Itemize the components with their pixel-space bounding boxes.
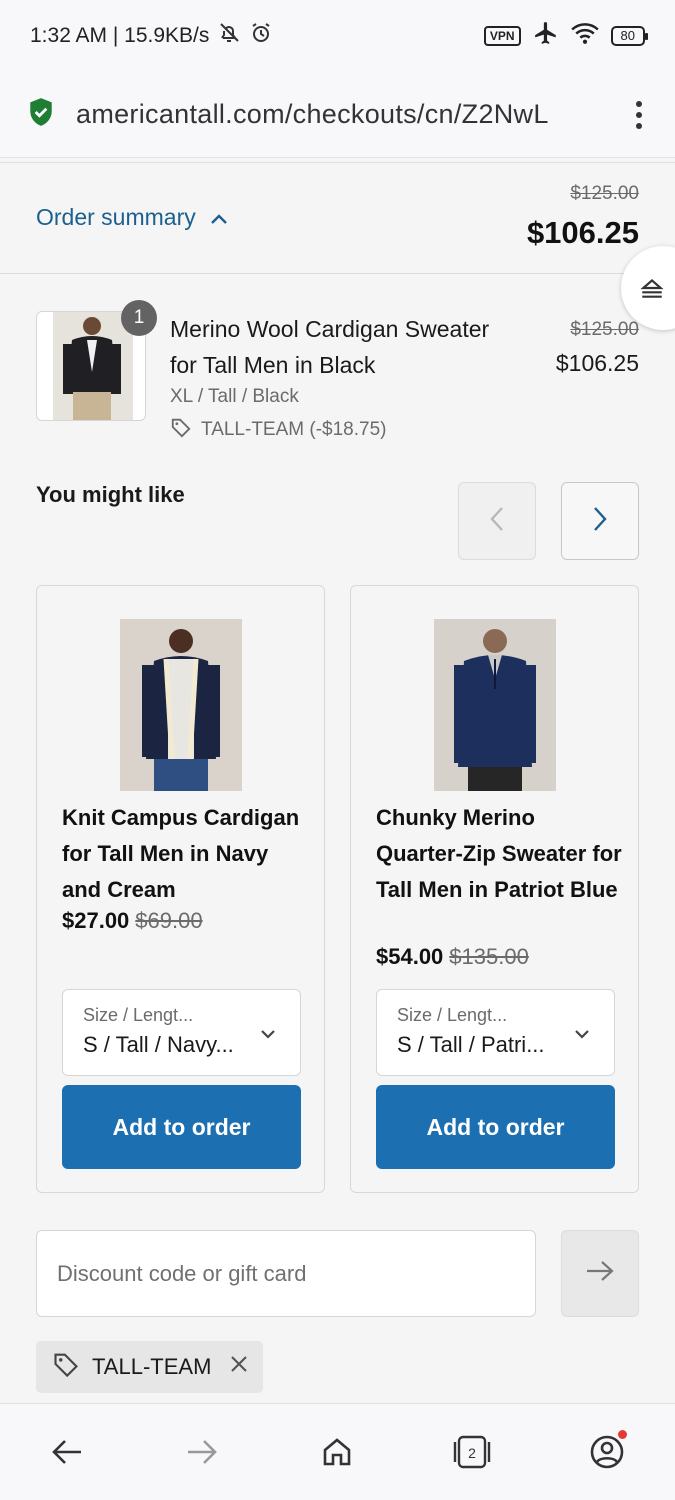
quantity-badge: 1 <box>121 300 157 336</box>
chevron-left-icon <box>489 505 505 538</box>
order-summary-label: Order summary <box>36 204 196 230</box>
back-icon[interactable] <box>47 1432 87 1472</box>
discount-code-input[interactable] <box>36 1230 536 1317</box>
product-card: Chunky Merino Quarter-Zip Sweater for Ta… <box>350 585 639 1193</box>
product-card: Knit Campus Cardigan for Tall Men in Nav… <box>36 585 325 1193</box>
close-icon[interactable] <box>229 1354 249 1380</box>
add-to-order-button[interactable]: Add to order <box>62 1085 301 1169</box>
product-original-price: $135.00 <box>449 944 529 969</box>
tag-icon <box>52 1350 80 1384</box>
line-item-discount-text: TALL-TEAM (-$18.75) <box>201 419 387 440</box>
product-image <box>434 619 556 791</box>
line-item-variant: XL / Tall / Black <box>170 386 299 407</box>
svg-text:2: 2 <box>468 1445 476 1461</box>
product-sale-price: $27.00 <box>62 908 130 933</box>
arrow-right-icon <box>585 1259 615 1288</box>
forward-icon[interactable] <box>182 1432 222 1472</box>
status-bar: 1:32 AM | 15.9KB/s VPN 80 <box>0 0 675 72</box>
account-icon[interactable] <box>587 1430 627 1472</box>
add-to-order-button[interactable]: Add to order <box>376 1085 615 1169</box>
tabs-icon[interactable]: 2 <box>452 1432 492 1472</box>
apply-discount-button[interactable] <box>561 1230 639 1317</box>
applied-discount-chip: TALL-TEAM <box>36 1341 264 1393</box>
carousel-next-button[interactable] <box>561 482 639 560</box>
product-price: $54.00 $135.00 <box>376 944 529 970</box>
summary-original-total: $125.00 <box>570 183 639 204</box>
applied-discount-code: TALL-TEAM <box>92 1354 212 1379</box>
line-item-discount: TALL-TEAM (-$18.75) <box>170 416 386 444</box>
shield-check-icon <box>28 97 54 132</box>
variant-select[interactable]: Size / Lengt... S / Tall / Patri... <box>376 989 615 1076</box>
alarm-icon <box>249 21 273 51</box>
wifi-icon <box>570 21 599 51</box>
carousel-prev-button[interactable] <box>458 482 536 560</box>
product-title[interactable]: Chunky Merino Quarter-Zip Sweater for Ta… <box>376 800 626 908</box>
notification-dot <box>618 1430 627 1439</box>
product-price: $27.00 $69.00 <box>62 908 203 934</box>
recommendations-title: You might like <box>36 482 185 507</box>
variant-select-value: S / Tall / Navy... <box>83 1032 234 1057</box>
chevron-down-icon <box>260 1026 276 1044</box>
airplane-icon <box>533 20 559 52</box>
product-original-price: $69.00 <box>135 908 203 933</box>
variant-select[interactable]: Size / Lengt... S / Tall / Navy... <box>62 989 301 1076</box>
line-item-price: $106.25 <box>555 350 639 376</box>
summary-total: $106.25 <box>526 215 639 250</box>
url-text[interactable]: americantall.com/checkouts/cn/Z2NwL <box>76 99 601 130</box>
chevron-down-icon <box>574 1026 590 1044</box>
home-icon[interactable] <box>317 1432 357 1472</box>
tag-icon <box>170 416 192 444</box>
battery-indicator: 80 <box>610 26 649 46</box>
browser-address-bar[interactable]: americantall.com/checkouts/cn/Z2NwL <box>0 72 675 158</box>
status-time-speed: 1:32 AM | 15.9KB/s <box>30 24 210 47</box>
bell-off-icon <box>217 21 241 51</box>
variant-select-label: Size / Lengt... <box>83 1005 194 1025</box>
line-item-title: Merino Wool Cardigan Sweater for Tall Me… <box>170 316 490 378</box>
chevron-up-icon <box>210 204 228 231</box>
order-summary-bar: Order summary $125.00 $106.25 <box>0 162 675 274</box>
chevron-right-icon <box>592 505 608 538</box>
variant-select-value: S / Tall / Patri... <box>397 1032 545 1057</box>
product-title[interactable]: Knit Campus Cardigan for Tall Men in Nav… <box>62 800 312 908</box>
product-sale-price: $54.00 <box>376 944 444 969</box>
browser-bottom-nav: 2 <box>0 1403 675 1500</box>
variant-select-label: Size / Lengt... <box>397 1005 508 1025</box>
product-image <box>120 619 242 791</box>
order-summary-toggle[interactable]: Order summary <box>36 204 228 231</box>
vpn-icon: VPN <box>483 26 521 46</box>
menu-kebab-icon[interactable] <box>631 100 647 129</box>
line-item-original-price: $125.00 <box>570 319 639 340</box>
